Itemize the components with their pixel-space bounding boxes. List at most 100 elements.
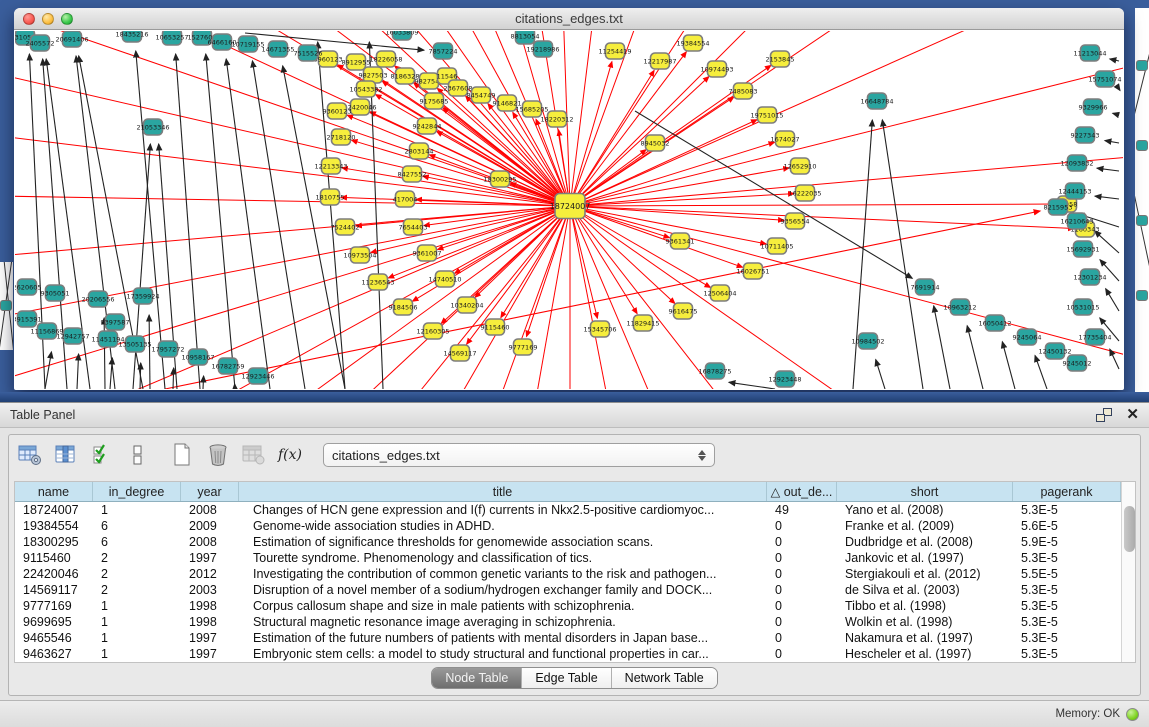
graph-edge[interactable] [45,352,51,389]
close-panel-icon[interactable]: ✕ [1126,408,1139,422]
table-cell-title[interactable]: Embryonic stem cells: a model to study s… [239,646,767,662]
table-cell-out_degree[interactable]: 0 [767,646,837,662]
graph-edge[interactable] [1035,355,1047,389]
table-cell-pagerank[interactable]: 5.5E-5 [1013,566,1121,582]
table-cell-name[interactable]: 9115460 [15,550,93,566]
graph-edge[interactable] [1105,141,1119,143]
table-cell-name[interactable]: 9699695 [15,614,93,630]
column-header-out_degree[interactable]: △ out_de... [767,482,837,501]
graph-edge[interactable] [104,318,105,389]
column-header-year[interactable]: year [181,482,239,501]
table-cell-in_degree[interactable]: 2 [93,550,181,566]
graph-edge[interactable] [570,206,1074,229]
table-cell-in_degree[interactable]: 1 [93,598,181,614]
graph-edge[interactable] [176,54,200,389]
graph-edge[interactable] [570,204,1056,206]
graph-edge[interactable] [570,206,743,267]
graph-edge[interactable] [876,360,885,389]
graph-edge[interactable] [149,315,150,389]
memory-status-icon[interactable] [1126,708,1139,721]
column-header-title[interactable]: title [239,482,767,501]
close-window-button[interactable] [23,13,35,25]
table-settings-icon[interactable] [17,442,43,468]
graph-edge[interactable] [570,206,1123,389]
table-cell-pagerank[interactable]: 5.9E-5 [1013,534,1121,550]
graph-edge[interactable] [570,31,1049,206]
table-cell-name[interactable]: 14569117 [15,582,93,598]
table-cell-title[interactable]: Disruption of a novel member of a sodium… [239,582,767,598]
graph-edge[interactable] [352,140,570,206]
table-cell-pagerank[interactable]: 5.3E-5 [1013,614,1121,630]
graph-edge[interactable] [967,326,983,389]
table-cell-name[interactable]: 18300295 [15,534,93,550]
graph-edge[interactable] [1097,168,1119,171]
graph-edge[interactable] [140,363,141,389]
create-table-icon[interactable] [169,442,195,468]
table-cell-year[interactable]: 1998 [181,598,239,614]
table-cell-out_degree[interactable]: 49 [767,502,837,518]
zoom-window-button[interactable] [61,13,73,25]
function-builder-icon[interactable]: f(x) [277,442,303,468]
table-cell-name[interactable]: 19384554 [15,518,93,534]
column-header-name[interactable]: name [15,482,93,501]
table-cell-short[interactable]: Hescheler et al. (1997) [837,646,1013,662]
table-cell-out_degree[interactable]: 0 [767,598,837,614]
table-cell-year[interactable]: 2009 [181,518,239,534]
column-header-short[interactable]: short [837,482,1013,501]
table-cell-year[interactable]: 1997 [181,550,239,566]
import-table-icon[interactable] [241,442,267,468]
graph-edge[interactable] [570,52,686,206]
table-cell-short[interactable]: Tibbo et al. (1998) [837,598,1013,614]
table-cell-out_degree[interactable]: 0 [767,518,837,534]
select-all-icon[interactable] [89,442,115,468]
table-cell-title[interactable]: Estimation of the future numbers of pati… [239,630,767,646]
minimize-window-button[interactable] [42,13,54,25]
table-cell-short[interactable]: Franke et al. (2009) [837,518,1013,534]
table-row[interactable]: 1872400712008Changes of HCN gene express… [15,502,1121,518]
table-cell-name[interactable]: 9465546 [15,630,93,646]
table-row[interactable]: 946554611997Estimation of the future num… [15,630,1121,646]
table-row[interactable]: 1830029562008Estimation of significance … [15,534,1121,550]
table-cell-title[interactable]: Changes of HCN gene expression and I(f) … [239,502,767,518]
table-cell-year[interactable]: 2012 [181,566,239,582]
graph-edge[interactable] [173,368,174,389]
table-cell-short[interactable]: Jankovic et al. (1997) [837,550,1013,566]
table-cell-short[interactable]: Yano et al. (2008) [837,502,1013,518]
graph-edge[interactable] [327,206,570,389]
table-cell-name[interactable]: 18724007 [15,502,93,518]
table-cell-year[interactable]: 1997 [181,646,239,662]
tab-node-table[interactable]: Node Table [432,668,522,688]
graph-edge[interactable] [203,376,204,389]
table-cell-title[interactable]: Investigating the contribution of common… [239,566,767,582]
table-row[interactable]: 1456911722003Disruption of a novel membe… [15,582,1121,598]
table-cell-pagerank[interactable]: 5.3E-5 [1013,582,1121,598]
graph-edge[interactable] [252,61,305,389]
graph-edge[interactable] [570,206,1117,389]
graph-edge[interactable] [1106,289,1119,311]
table-cell-title[interactable]: Tourette syndrome. Phenomenology and cla… [239,550,767,566]
table-row[interactable]: 911546021997Tourette syndrome. Phenomeno… [15,550,1121,566]
table-cell-short[interactable]: Stergiakouli et al. (2012) [837,566,1013,582]
background-window-right[interactable] [1135,8,1149,392]
table-row[interactable]: 2242004622012Investigating the contribut… [15,566,1121,582]
graph-edge[interactable] [570,206,1123,389]
table-cell-year[interactable]: 1997 [181,630,239,646]
table-cell-pagerank[interactable]: 5.3E-5 [1013,502,1121,518]
table-cell-name[interactable]: 22420046 [15,566,93,582]
column-header-pagerank[interactable]: pagerank [1013,482,1121,501]
window-titlebar[interactable]: citations_edges.txt [14,8,1124,30]
table-cell-title[interactable]: Genome-wide association studies in ADHD. [239,518,767,534]
table-panel-titlebar[interactable]: Table Panel ✕ [0,402,1149,428]
vertical-scrollbar[interactable] [1121,482,1135,662]
table-cell-out_degree[interactable]: 0 [767,534,837,550]
table-cell-pagerank[interactable]: 5.6E-5 [1013,518,1121,534]
table-cell-in_degree[interactable]: 1 [93,502,181,518]
graph-edge[interactable] [318,42,345,389]
table-cell-in_degree[interactable]: 6 [93,534,181,550]
network-canvas[interactable]: 8960123891295518226058982750310543382818… [15,31,1123,389]
graph-edge[interactable] [1113,113,1119,115]
table-cell-out_degree[interactable]: 0 [767,630,837,646]
table-cell-name[interactable]: 9777169 [15,598,93,614]
tab-edge-table[interactable]: Edge Table [522,668,611,688]
table-cell-year[interactable]: 2008 [181,534,239,550]
